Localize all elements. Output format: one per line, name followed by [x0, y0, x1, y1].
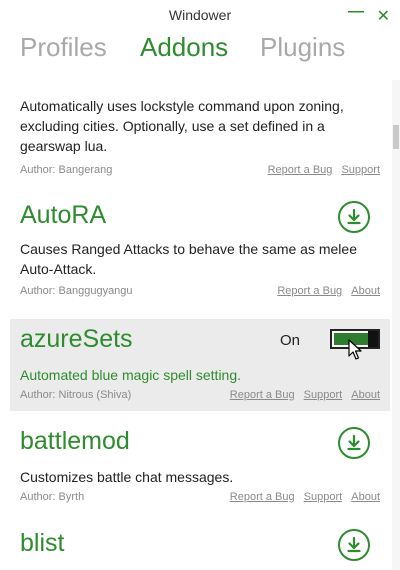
report-bug-link[interactable]: Report a Bug	[277, 285, 342, 297]
scrollbar-track[interactable]	[392, 80, 400, 570]
about-link[interactable]: About	[351, 285, 380, 297]
download-icon	[347, 434, 361, 451]
report-bug-link[interactable]: Report a Bug	[230, 389, 295, 401]
download-icon	[347, 208, 361, 225]
addon-links: Report a Bug Support About	[224, 491, 380, 503]
addon-name: AutoRA	[20, 201, 107, 229]
addon-name: battlemod	[20, 427, 130, 455]
report-bug-link[interactable]: Report a Bug	[230, 491, 295, 503]
download-button[interactable]	[338, 529, 370, 561]
support-link[interactable]: Support	[304, 491, 343, 503]
tab-profiles[interactable]: Profiles	[20, 32, 107, 63]
scrollbar-thumb[interactable]	[393, 125, 399, 149]
title-bar: Windower — ✕	[0, 0, 400, 30]
addon-links: Report a Bug About	[271, 285, 380, 297]
addon-name: blist	[20, 529, 65, 557]
support-link[interactable]: Support	[304, 389, 343, 401]
addon-author: Author: Bangerang	[20, 164, 113, 176]
addon-description: Customizes battle chat messages.	[20, 469, 234, 485]
about-link[interactable]: About	[351, 389, 380, 401]
addon-card: blist	[10, 521, 390, 570]
tab-plugins[interactable]: Plugins	[260, 32, 345, 63]
addon-card: battlemod Customizes battle chat message…	[10, 419, 390, 511]
addon-author: Author: Nitrous (Shiva)	[20, 389, 132, 401]
addon-name: azureSets	[20, 325, 133, 353]
addon-card: AutoRA Causes Ranged Attacks to behave t…	[10, 193, 390, 303]
addon-description: Causes Ranged Attacks to behave the same…	[20, 241, 357, 277]
download-button[interactable]	[338, 427, 370, 459]
download-icon	[347, 536, 361, 553]
addon-description: Automated blue magic spell setting.	[20, 367, 242, 383]
addon-links: Report a Bug Support	[262, 164, 380, 176]
addon-author: Author: Banggugyangu	[20, 285, 133, 297]
window-title: Windower	[168, 7, 232, 23]
download-button[interactable]	[338, 201, 370, 233]
toggle-state-label: On	[280, 332, 301, 349]
mouse-cursor-icon	[348, 339, 362, 360]
addon-links: Report a Bug Support About	[224, 389, 380, 401]
about-link[interactable]: About	[351, 491, 380, 503]
support-link[interactable]: Support	[341, 164, 380, 176]
addon-card-selected[interactable]: azureSets On Automated blue magic spell …	[10, 319, 390, 411]
close-button[interactable]: ✕	[377, 6, 390, 26]
addon-author: Author: Byrth	[20, 491, 85, 503]
addon-card: Automatically uses lockstyle command upo…	[10, 80, 390, 185]
report-bug-link[interactable]: Report a Bug	[268, 164, 333, 176]
minimize-button[interactable]: —	[348, 3, 364, 21]
addon-list: Automatically uses lockstyle command upo…	[0, 80, 390, 570]
addon-description: Automatically uses lockstyle command upo…	[20, 98, 344, 154]
toggle-knob	[368, 331, 378, 347]
tab-addons[interactable]: Addons	[140, 32, 228, 63]
